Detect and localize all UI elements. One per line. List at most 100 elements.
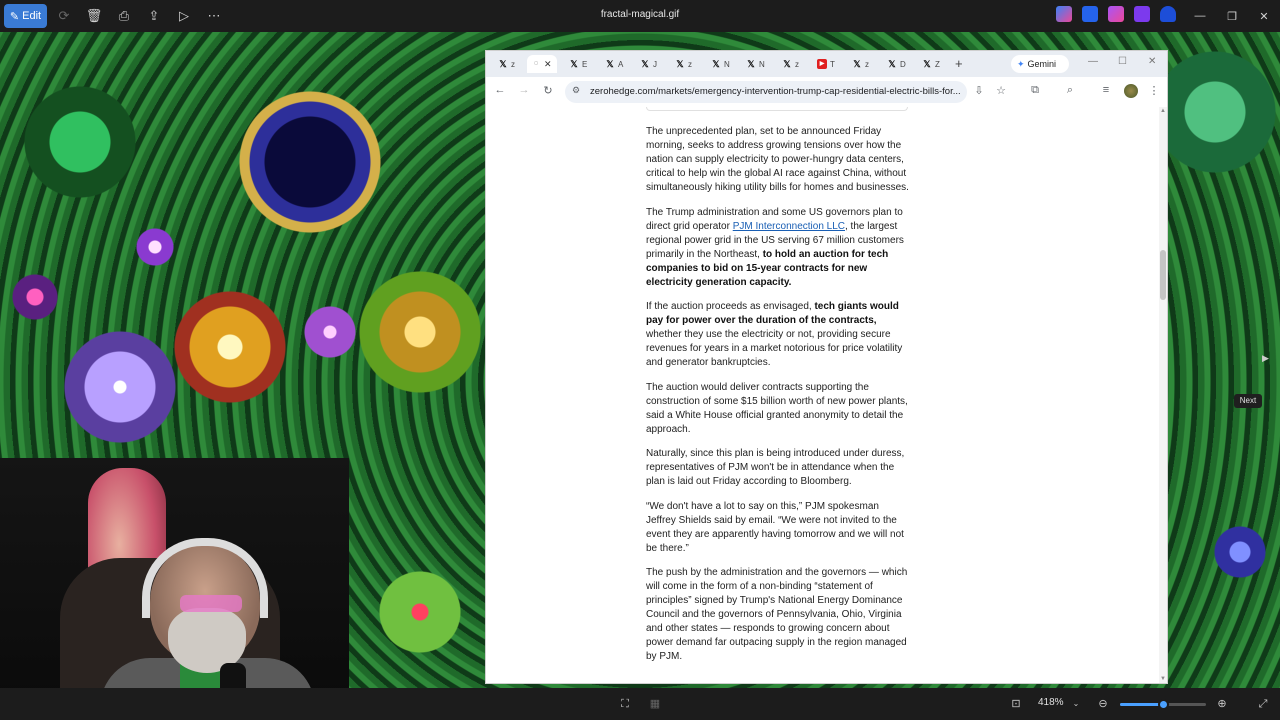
article-paragraph: Naturally, since this plan is being intr… (646, 448, 905, 487)
article-paragraph: “We don't have a lot to say on this,” PJ… (646, 500, 904, 554)
screen: ✎ Edit ⟳ 🗑 ⎙ ⇪ ▷ ⋯ fractal-magical.gif —… (0, 0, 1280, 720)
article-paragraph: The auction would deliver contracts supp… (646, 381, 908, 435)
fit-to-window-icon[interactable]: ⊡ (1008, 696, 1024, 712)
new-tab-icon[interactable]: + (955, 56, 963, 71)
article-paragraph: The push by the administration and the g… (646, 567, 908, 662)
print-icon[interactable]: ⎙ (109, 4, 139, 28)
edit-icon: ✎ (9, 10, 20, 23)
site-info-icon[interactable]: ⚙ (569, 85, 583, 96)
scroll-down-icon[interactable]: ▼ (1159, 676, 1167, 682)
x-icon: 𝕏 (888, 59, 896, 69)
browser-toolbar: ← → ↻ ⚙ zerohedge.com/markets/emergency-… (486, 77, 1167, 107)
x-icon: 𝕏 (499, 59, 507, 69)
article-paragraph: The unprecedented plan, set to be announ… (646, 126, 909, 193)
viewer-toolbar: ✎ Edit ⟳ 🗑 ⎙ ⇪ ▷ ⋯ fractal-magical.gif —… (0, 0, 1280, 32)
zoom-in-icon[interactable]: ⊕ (1214, 696, 1230, 712)
tab[interactable]: 𝕏N (746, 55, 772, 73)
web-page: The unprecedented plan, set to be announ… (486, 107, 1167, 683)
edit-button[interactable]: ✎ Edit (4, 4, 47, 28)
minimize-icon[interactable]: — (1184, 0, 1216, 32)
reload-icon[interactable]: ↻ (541, 84, 555, 97)
article-body: The unprecedented plan, set to be announ… (646, 125, 911, 675)
gemini-button[interactable]: ✦ Gemini (1011, 55, 1069, 73)
forward-icon[interactable]: → (517, 84, 531, 96)
x-icon: 𝕏 (641, 59, 649, 69)
tab[interactable]: 𝕏z (675, 55, 701, 73)
window-controls: — ❐ ✕ (1184, 0, 1280, 32)
crop-icon[interactable]: ⛶ (617, 696, 633, 712)
profile-avatar[interactable] (1124, 84, 1138, 98)
tab[interactable]: 𝕏E (569, 55, 595, 73)
close-icon[interactable]: ✕ (1248, 0, 1280, 32)
youtube-icon: ▶ (817, 59, 827, 69)
x-icon: 𝕏 (606, 59, 614, 69)
url-text: zerohedge.com/markets/emergency-interven… (590, 86, 961, 97)
tab[interactable]: 𝕏Z (922, 55, 948, 73)
menu-icon[interactable]: ⋮ (1147, 84, 1161, 97)
x-icon: 𝕏 (676, 59, 684, 69)
extensions-icon[interactable]: ⧉ (1028, 84, 1042, 97)
browser-maximize-icon[interactable]: ☐ (1118, 56, 1127, 67)
edit-label: Edit (22, 10, 42, 22)
fullscreen-icon[interactable]: ⤢ (1255, 696, 1271, 712)
next-arrow-icon[interactable]: ▶ (1262, 353, 1276, 367)
slideshow-icon[interactable]: ▷ (169, 4, 199, 28)
gemini-icon: ✦ (1017, 58, 1025, 69)
browser-minimize-icon[interactable]: — (1088, 56, 1098, 67)
x-icon: 𝕏 (747, 59, 755, 69)
next-tooltip: Next (1234, 394, 1262, 408)
back-icon[interactable]: ← (493, 84, 507, 96)
tab-close-icon[interactable]: ✕ (544, 59, 552, 70)
x-icon: 𝕏 (783, 59, 791, 69)
tab[interactable]: 𝕏J (640, 55, 666, 73)
clipchamp-icon[interactable] (1108, 6, 1124, 22)
scroll-thumb[interactable] (1160, 250, 1166, 300)
tab[interactable]: 𝕏D (887, 55, 913, 73)
x-icon: 𝕏 (712, 59, 720, 69)
browser-close-icon[interactable]: ✕ (1148, 56, 1156, 67)
zoom-slider[interactable] (1120, 699, 1206, 710)
maximize-icon[interactable]: ❐ (1216, 0, 1248, 32)
app-shortcuts (1056, 6, 1176, 22)
bookmark-star-icon[interactable]: ☆ (994, 84, 1008, 97)
zoom-slider-fill (1120, 703, 1163, 706)
more-icon[interactable]: ⋯ (199, 4, 229, 28)
rotate-icon[interactable]: ⟳ (49, 4, 79, 28)
media-controls-icon[interactable]: ≡ (1099, 84, 1113, 96)
x-icon: 𝕏 (570, 59, 578, 69)
zoom-slider-thumb[interactable] (1158, 699, 1169, 710)
tab[interactable]: ▶ T (817, 55, 843, 73)
pjm-link[interactable]: PJM Interconnection LLC (733, 221, 845, 232)
tab[interactable]: 𝕏z (782, 55, 808, 73)
designer-icon[interactable] (1082, 6, 1098, 22)
browser-window: 𝕏z ◌ ✕ 𝕏E 𝕏A 𝕏J 𝕏z 𝕏N 𝕏N 𝕏z ▶ T 𝕏z 𝕏D 𝕏Z +… (485, 50, 1168, 684)
page-scrollbar[interactable]: ▲ ▼ (1159, 107, 1167, 683)
tab[interactable]: 𝕏z (498, 55, 524, 73)
zoom-level[interactable]: 418% (1038, 697, 1064, 708)
article-paragraph: The Trump administration and some US gov… (646, 206, 904, 288)
viewer-bottom-bar: ⛶ ▦ ⊡ 418% ⌄ ⊖ ⊕ ⤢ (0, 688, 1280, 720)
delete-icon[interactable]: 🗑 (79, 4, 109, 28)
gallery-icon[interactable]: ▦ (647, 696, 663, 712)
tab-active[interactable]: ◌ ✕ (527, 55, 557, 73)
copilot-icon[interactable] (1056, 6, 1072, 22)
x-icon: 𝕏 (853, 59, 861, 69)
webcam-overlay (0, 458, 349, 720)
scroll-up-icon[interactable]: ▲ (1159, 108, 1167, 114)
zoom-out-icon[interactable]: ⊖ (1095, 696, 1111, 712)
article-paragraph: If the auction proceeds as envisaged, te… (646, 301, 903, 368)
tab-strip: 𝕏z ◌ ✕ 𝕏E 𝕏A 𝕏J 𝕏z 𝕏N 𝕏N 𝕏z ▶ T 𝕏z 𝕏D 𝕏Z +… (486, 51, 1167, 77)
x-icon: 𝕏 (923, 59, 931, 69)
onedrive-icon[interactable] (1160, 6, 1176, 22)
zoom-dropdown-icon[interactable]: ⌄ (1068, 696, 1084, 712)
tab[interactable]: 𝕏N (711, 55, 737, 73)
address-bar[interactable]: ⚙ zerohedge.com/markets/emergency-interv… (565, 81, 967, 103)
share-icon[interactable]: ⇪ (139, 4, 169, 28)
tab[interactable]: 𝕏A (605, 55, 631, 73)
loading-icon: ◌ (533, 60, 539, 67)
install-app-icon[interactable]: ⇩ (972, 84, 986, 97)
lens-icon[interactable]: ⌕ (1063, 84, 1077, 97)
content-box-edge (646, 107, 908, 111)
video-editor-icon[interactable] (1134, 6, 1150, 22)
tab[interactable]: 𝕏z (852, 55, 878, 73)
